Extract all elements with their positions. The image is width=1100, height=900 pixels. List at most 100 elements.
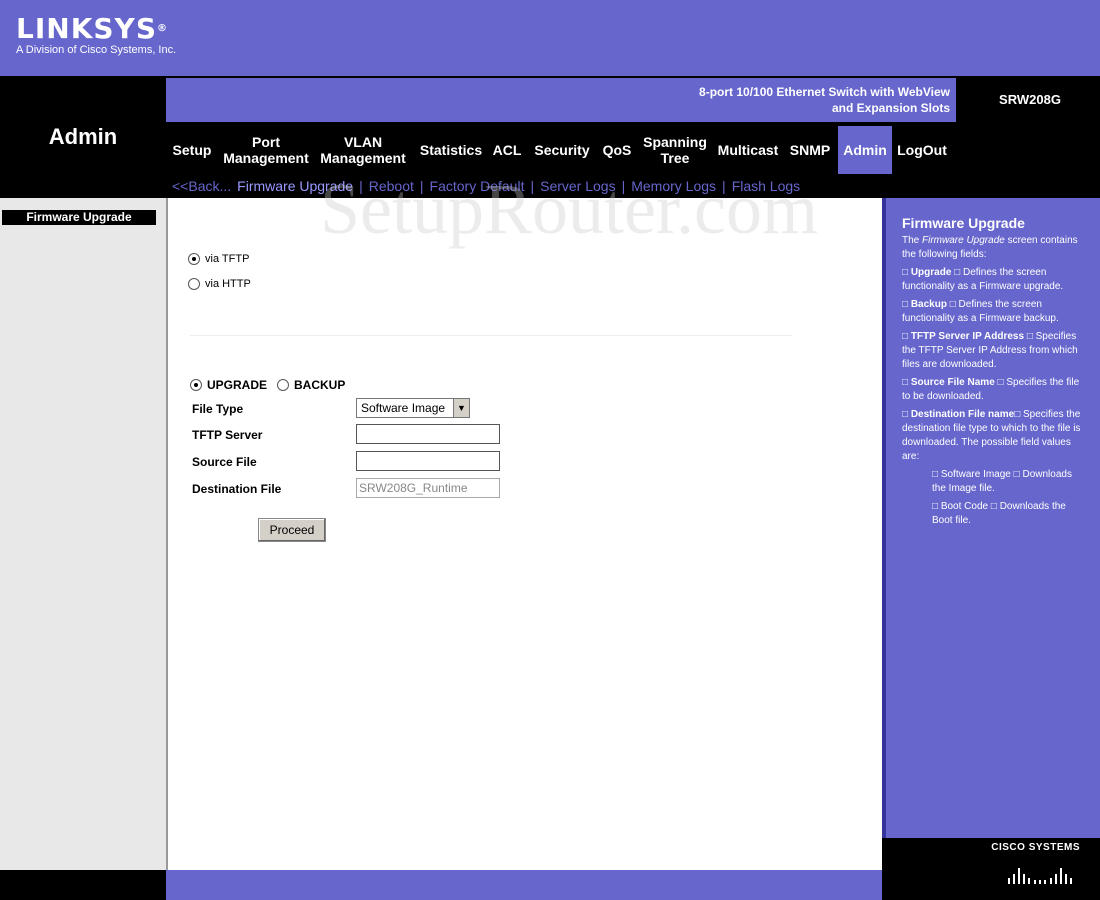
- help-panel: Firmware Upgrade The Firmware Upgrade sc…: [882, 198, 1100, 838]
- main-nav: Setup Port Management VLAN Management Stat…: [166, 126, 966, 174]
- nav-statistics[interactable]: Statistics: [418, 126, 484, 174]
- bullet-icon: □: [902, 331, 909, 342]
- footer-bar: [166, 870, 882, 900]
- bullet-icon: □: [902, 409, 909, 420]
- nav-port-management[interactable]: Port Management: [220, 126, 312, 174]
- nav-vlan-management[interactable]: VLAN Management: [318, 126, 408, 174]
- via-tftp-option[interactable]: via TFTP: [188, 253, 249, 265]
- dropdown-arrow-icon[interactable]: ▼: [453, 399, 469, 417]
- help-tftp: □ TFTP Server IP Address □ Specifies the…: [902, 330, 1086, 372]
- via-http-label: via HTTP: [205, 278, 251, 290]
- destination-file-input[interactable]: SRW208G_Runtime: [356, 478, 500, 498]
- subnav-separator: |: [359, 178, 363, 194]
- linksys-logo: LINKSYS® A Division of Cisco Systems, In…: [16, 12, 177, 57]
- nav-qos-label: QoS: [602, 142, 632, 158]
- nav-span-label-1: Spanning: [643, 134, 707, 150]
- logo-tagline: A Division of Cisco Systems, Inc.: [16, 44, 177, 56]
- section-title: Admin: [48, 124, 118, 149]
- source-file-input[interactable]: [356, 451, 500, 471]
- help-source: □ Source File Name □ Specifies the file …: [902, 376, 1086, 404]
- nav-setup[interactable]: Setup: [166, 126, 218, 174]
- via-http-option[interactable]: via HTTP: [188, 278, 251, 290]
- subnav-back[interactable]: <<Back...: [172, 178, 231, 194]
- cisco-logo: CISCO SYSTEMS: [882, 838, 1100, 900]
- left-sidebar: Firmware Upgrade: [0, 198, 166, 870]
- via-tftp-label: via TFTP: [205, 253, 250, 265]
- cisco-wordmark: CISCO SYSTEMS: [991, 842, 1080, 853]
- file-type-label: File Type: [192, 402, 244, 416]
- nav-snmp-label: SNMP: [789, 142, 831, 158]
- help-boot-code: □ Boot Code □ Downloads the Boot file.: [902, 500, 1086, 528]
- nav-span-label-2: Tree: [660, 150, 690, 166]
- help-intro-em: Firmware Upgrade: [922, 235, 1005, 246]
- nav-acl-label: ACL: [492, 142, 522, 158]
- bullet-icon: □: [932, 501, 939, 512]
- nav-multicast-label: Multicast: [717, 142, 779, 158]
- bullet-icon: □: [902, 267, 909, 278]
- proceed-button[interactable]: Proceed: [258, 518, 326, 542]
- brand-bar: LINKSYS® A Division of Cisco Systems, In…: [0, 0, 1100, 76]
- bullet-icon: □: [902, 299, 909, 310]
- nav-logout[interactable]: LogOut: [892, 126, 952, 174]
- help-tftp-term: TFTP Server IP Address: [910, 331, 1025, 342]
- nav-port-label-1: Port: [252, 134, 280, 150]
- nav-vlan-label-2: Management: [320, 150, 406, 166]
- subnav-factory-default[interactable]: Factory Default: [430, 178, 525, 194]
- help-upgrade: □ Upgrade □ Defines the screen functiona…: [902, 266, 1086, 294]
- product-description-box: 8-port 10/100 Ethernet Switch with WebVi…: [166, 78, 956, 122]
- nav-admin-label: Admin: [843, 142, 887, 158]
- help-source-term: Source File Name: [910, 377, 995, 388]
- destination-file-label: Destination File: [192, 482, 282, 496]
- cisco-bridge-icon: [1008, 868, 1072, 884]
- divider: [190, 335, 792, 336]
- file-type-value: Software Image: [361, 401, 446, 415]
- product-line-1: 8-port 10/100 Ethernet Switch with WebVi…: [699, 85, 950, 99]
- help-boot-term: Boot Code: [940, 501, 989, 512]
- subnav-firmware-upgrade[interactable]: Firmware Upgrade: [237, 178, 353, 194]
- via-tftp-radio[interactable]: [188, 253, 200, 265]
- subnav-separator: |: [419, 178, 424, 194]
- nav-setup-label: Setup: [172, 142, 212, 158]
- help-intro: The Firmware Upgrade screen contains the…: [902, 234, 1086, 262]
- nav-qos[interactable]: QoS: [600, 126, 634, 174]
- nav-admin[interactable]: Admin: [838, 126, 892, 174]
- nav-statistics-label: Statistics: [419, 142, 483, 158]
- help-backup-term: Backup: [910, 299, 947, 310]
- via-http-radio[interactable]: [188, 278, 200, 290]
- file-type-select[interactable]: Software Image ▼: [356, 398, 470, 418]
- logo-wordmark: LINKSYS: [16, 12, 157, 45]
- nav-multicast[interactable]: Multicast: [716, 126, 780, 174]
- backup-radio[interactable]: [277, 379, 290, 391]
- help-upgrade-term: Upgrade: [910, 267, 952, 278]
- help-backup: □ Backup □ Defines the screen functional…: [902, 298, 1086, 326]
- nav-spanning-tree[interactable]: Spanning Tree: [642, 126, 708, 174]
- bullet-icon: □: [932, 469, 939, 480]
- subnav-separator: |: [530, 178, 535, 194]
- subnav-flash-logs[interactable]: Flash Logs: [732, 178, 800, 194]
- help-dest-term: Destination File name: [910, 409, 1015, 420]
- sidebar-item-firmware-upgrade[interactable]: Firmware Upgrade: [2, 210, 156, 225]
- main-content: via TFTP via HTTP UPGRADE BACKUP File Ty…: [166, 198, 882, 870]
- nav-port-label-2: Management: [223, 150, 309, 166]
- upgrade-label: UPGRADE: [207, 378, 268, 392]
- subnav-separator: |: [722, 178, 726, 194]
- help-dest: □ Destination File name□ Specifies the d…: [902, 408, 1086, 464]
- subnav-reboot[interactable]: Reboot: [369, 178, 414, 194]
- backup-label: BACKUP: [294, 378, 346, 392]
- product-line-2: and Expansion Slots: [831, 101, 950, 115]
- upgrade-radio[interactable]: [190, 379, 202, 391]
- subnav-server-logs[interactable]: Server Logs: [540, 178, 615, 194]
- operation-selector: UPGRADE BACKUP: [190, 378, 355, 392]
- tftp-server-input[interactable]: [356, 424, 500, 444]
- nav-snmp[interactable]: SNMP: [788, 126, 832, 174]
- subnav-memory-logs[interactable]: Memory Logs: [631, 178, 716, 194]
- help-title: Firmware Upgrade: [902, 215, 1025, 231]
- nav-vlan-label-1: VLAN: [343, 134, 383, 150]
- nav-security[interactable]: Security: [534, 126, 590, 174]
- tftp-server-label: TFTP Server: [192, 428, 263, 442]
- nav-acl[interactable]: ACL: [490, 126, 524, 174]
- nav-logout-label: LogOut: [897, 142, 947, 158]
- model-name: SRW208G: [999, 92, 1061, 107]
- source-file-label: Source File: [192, 455, 257, 469]
- subnav-separator: |: [621, 178, 626, 194]
